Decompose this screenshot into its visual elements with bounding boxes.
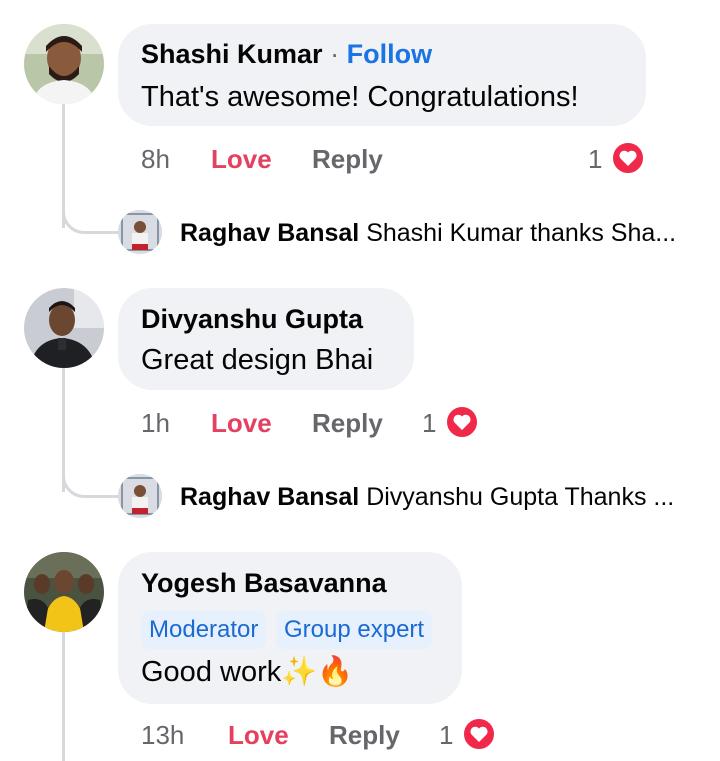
comment-author[interactable]: Yogesh Basavanna	[141, 568, 387, 599]
reaction-count[interactable]: 1	[439, 720, 453, 751]
reply-preview[interactable]: Raghav Bansal Divyanshu Gupta Thanks ...	[180, 483, 674, 512]
comment-text: That's awesome! Congratulations!	[141, 81, 579, 113]
comment-author[interactable]: Shashi Kumar	[141, 39, 323, 69]
avatar-raghav-bansal[interactable]	[118, 210, 162, 254]
reply-author: Raghav Bansal	[180, 483, 360, 511]
heart-icon[interactable]	[611, 141, 645, 175]
comment-time[interactable]: 1h	[141, 408, 170, 439]
avatar-yogesh-basavanna[interactable]	[24, 552, 104, 632]
comment-author[interactable]: Divyanshu Gupta	[141, 304, 363, 335]
reply-text: Divyanshu Gupta Thanks ...	[366, 483, 675, 511]
heart-icon[interactable]	[462, 717, 496, 751]
comment-time[interactable]: 13h	[141, 720, 184, 751]
love-button[interactable]: Love	[228, 720, 289, 751]
reaction-count[interactable]: 1	[588, 144, 602, 175]
avatar-shashi-kumar[interactable]	[24, 24, 104, 104]
thread-connector	[62, 200, 118, 234]
reply-text: Shashi Kumar thanks Sha...	[366, 219, 677, 247]
reply-button[interactable]: Reply	[329, 720, 400, 751]
comment-text: Great design Bhai	[141, 344, 374, 376]
group-expert-badge[interactable]: Group expert	[276, 611, 433, 649]
avatar-raghav-bansal[interactable]	[118, 474, 162, 518]
avatar-divyanshu-gupta[interactable]	[24, 288, 104, 368]
separator-dot: ·	[330, 39, 340, 69]
thread-connector	[62, 464, 118, 498]
love-button[interactable]: Love	[211, 144, 272, 175]
reaction-count[interactable]: 1	[422, 408, 436, 439]
comment-author-line: Shashi Kumar · Follow	[141, 39, 432, 70]
love-button[interactable]: Love	[211, 408, 272, 439]
moderator-badge[interactable]: Moderator	[141, 611, 267, 649]
reply-button[interactable]: Reply	[312, 408, 383, 439]
reply-button[interactable]: Reply	[312, 144, 383, 175]
follow-button[interactable]: Follow	[347, 39, 432, 69]
reply-author: Raghav Bansal	[180, 219, 360, 247]
heart-icon[interactable]	[445, 405, 479, 439]
comment-actions: 8h	[141, 144, 170, 175]
reply-preview[interactable]: Raghav Bansal Shashi Kumar thanks Sha...	[180, 219, 676, 248]
comment-text: Good work✨🔥	[141, 656, 354, 688]
comment-time[interactable]: 8h	[141, 144, 170, 174]
thread-line	[62, 632, 65, 761]
